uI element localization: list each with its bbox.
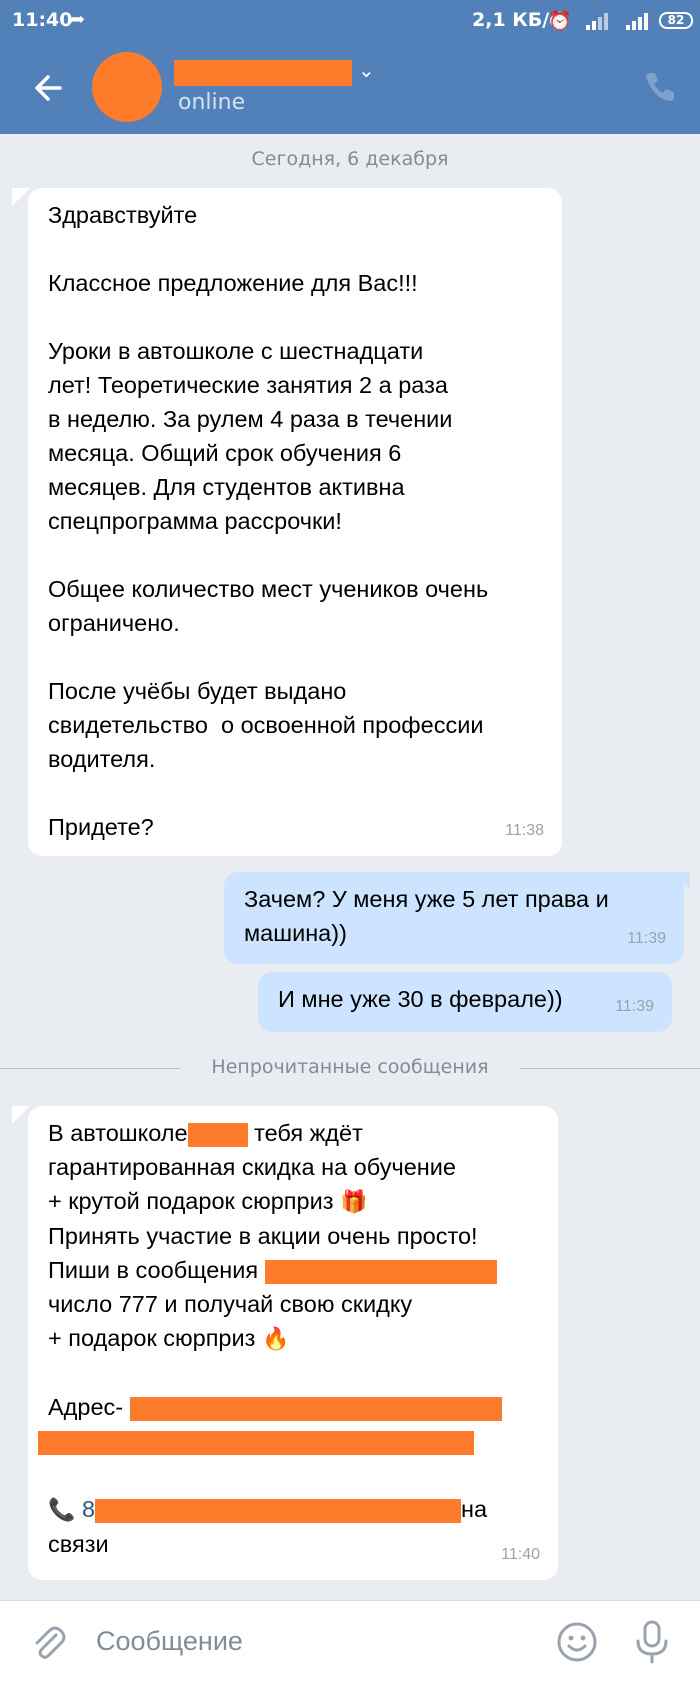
signal-4g-icon [586,13,608,30]
presence-status: online [178,90,246,115]
message-incoming[interactable]: Здравствуйте Классное предложение для Ва… [28,188,562,856]
phone-link[interactable]: 8 [82,1496,95,1522]
message-line: 📞 8 на [48,1496,488,1523]
message-line: Принять участие в акции очень просто! [48,1223,478,1249]
status-time: 11:40 [12,9,73,31]
telephone-icon: 📞 [48,1497,76,1522]
message-incoming[interactable]: В автошколе тебя ждёт гарантированная ск… [28,1106,558,1580]
microphone-icon[interactable] [632,1619,672,1665]
message-line: + крутой подарок сюрприз 🎁 [48,1188,368,1214]
battery-indicator: 82 [659,12,693,29]
status-bar: 11:40 ➦ 2,1 КБ/с ⏰ 82 [0,0,700,40]
redacted-phone [95,1498,462,1523]
message-text: И мне уже 30 в феврале)) [278,986,563,1012]
message-line: число 777 и получай свою скидку [48,1291,413,1317]
attachment-icon[interactable] [28,1623,68,1663]
redacted-contact-name[interactable] [174,60,352,86]
emoji-icon[interactable] [556,1621,598,1663]
redacted-school-name [187,1122,248,1147]
unread-label: Непрочитанные сообщения [211,1056,489,1078]
redacted-keyword [264,1259,497,1284]
gift-icon: 🎁 [340,1189,368,1214]
signal-icon [626,13,648,30]
alarm-icon: ⏰ [548,10,572,32]
separator-line [520,1068,700,1069]
back-arrow-icon[interactable] [28,68,68,108]
message-line: гарантированная скидка на обучение [48,1154,456,1180]
redacted-address [38,1430,474,1455]
message-line: + подарок сюрприз 🔥 [48,1325,290,1351]
chevron-down-icon[interactable]: ⌄ [358,58,375,82]
message-outgoing[interactable]: И мне уже 30 в феврале)) 11:39 [258,972,672,1032]
message-line: В автошколе тебя ждёт [48,1120,363,1147]
fire-icon: 🔥 [261,1326,290,1351]
message-composer [0,1600,700,1682]
message-input[interactable] [96,1617,536,1665]
message-time: 11:38 [505,822,544,839]
unread-separator: Непрочитанные сообщения [0,1054,700,1082]
message-line: Адрес- [48,1390,538,1424]
message-time: 11:39 [627,930,666,947]
message-text: Зачем? У меня уже 5 лет права и машина)) [244,886,609,946]
phone-call-icon[interactable] [640,68,676,104]
message-outgoing[interactable]: Зачем? У меня уже 5 лет права и машина))… [224,872,684,964]
message-line: Пиши в сообщения [48,1253,538,1287]
message-time: 11:39 [615,998,654,1015]
date-separator: Сегодня, 6 декабря [251,148,449,170]
redacted-address [129,1396,502,1421]
chat-header: ⌄ online [0,40,700,134]
navigation-arrow-icon: ➦ [70,9,86,30]
message-text: Здравствуйте Классное предложение для Ва… [48,202,489,840]
message-line: связи [48,1531,109,1557]
message-line [38,1424,538,1458]
message-time: 11:40 [501,1546,540,1563]
contact-avatar[interactable] [92,52,162,122]
